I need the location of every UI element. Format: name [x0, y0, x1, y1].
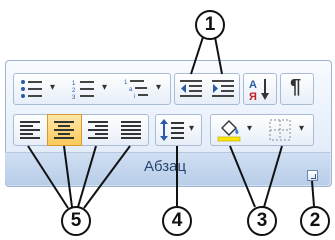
- callout-leader-lines: [27, 36, 315, 209]
